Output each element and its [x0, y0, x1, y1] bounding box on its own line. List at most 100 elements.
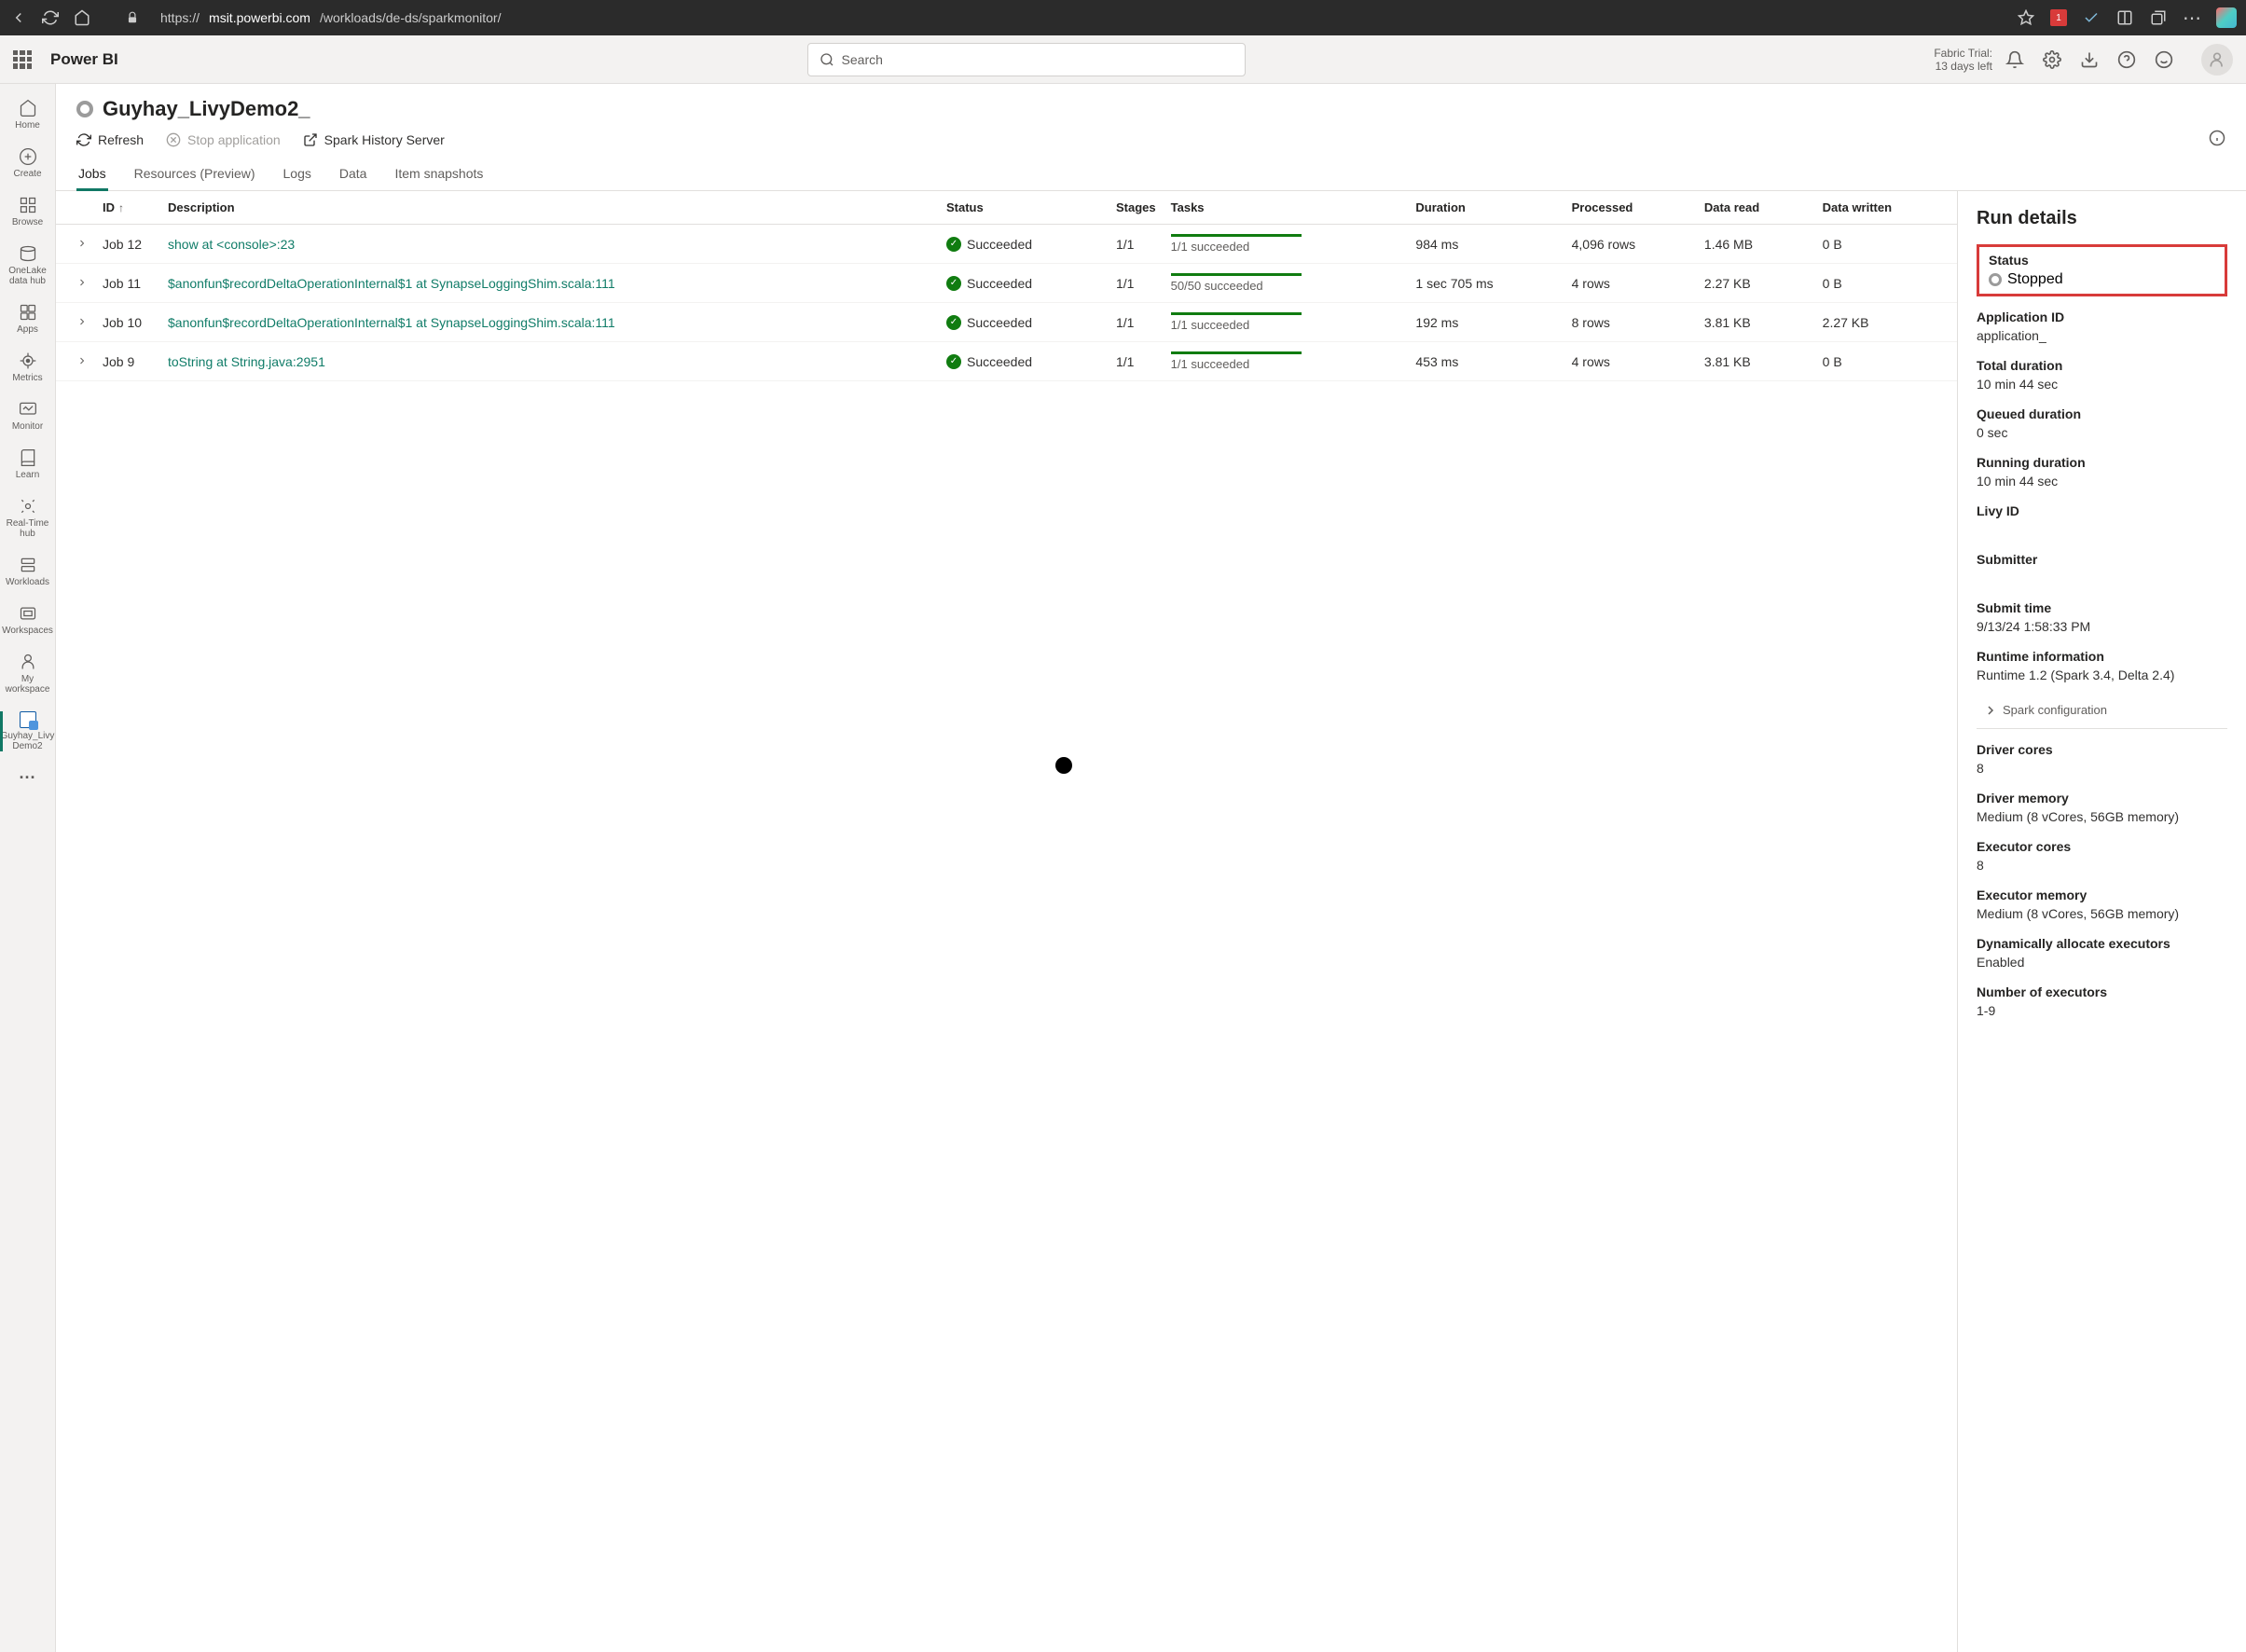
task-progress: 50/50 succeeded	[1171, 273, 1302, 293]
refresh-icon[interactable]	[41, 8, 60, 27]
status-value: Stopped	[2007, 271, 2063, 288]
col-tasks[interactable]: Tasks	[1164, 191, 1409, 225]
chevron-right-icon[interactable]	[76, 238, 88, 249]
job-processed: 4 rows	[1564, 342, 1697, 381]
nav-realtime[interactable]: Real-Time hub	[2, 491, 54, 544]
tab-jobs[interactable]: Jobs	[76, 157, 108, 190]
job-id: Job 12	[95, 225, 160, 264]
nav-monitor[interactable]: Monitor	[2, 394, 54, 437]
nav-learn[interactable]: Learn	[2, 443, 54, 486]
livy-value	[1977, 522, 2227, 537]
check-ext-icon[interactable]	[2082, 8, 2101, 27]
queued-value: 0 sec	[1977, 425, 2227, 440]
download-icon[interactable]	[2080, 50, 2099, 69]
tab-data[interactable]: Data	[338, 157, 369, 190]
col-duration[interactable]: Duration	[1408, 191, 1564, 225]
avatar[interactable]	[2201, 44, 2233, 76]
extension-badge[interactable]: 1	[2050, 9, 2067, 26]
trial-status[interactable]: Fabric Trial: 13 days left	[1934, 47, 1992, 73]
tab-snapshots[interactable]: Item snapshots	[393, 157, 485, 190]
search-input[interactable]: Search	[807, 43, 1246, 76]
job-id: Job 11	[95, 264, 160, 303]
settings-icon[interactable]	[2043, 50, 2061, 69]
refresh-button[interactable]: Refresh	[76, 132, 144, 147]
spark-config-toggle[interactable]: Spark configuration	[1977, 697, 2227, 729]
job-description-link[interactable]: toString at String.java:2951	[168, 354, 325, 369]
queued-label: Queued duration	[1977, 406, 2227, 421]
nav-onelake[interactable]: OneLake data hub	[2, 239, 54, 292]
help-icon[interactable]	[2117, 50, 2136, 69]
job-duration: 1 sec 705 ms	[1408, 264, 1564, 303]
runtime-label: Runtime information	[1977, 649, 2227, 664]
nav-myworkspace[interactable]: My workspace	[2, 647, 54, 700]
drivermem-label: Driver memory	[1977, 791, 2227, 805]
nav-metrics[interactable]: Metrics	[2, 346, 54, 389]
url-bar[interactable]: https://msit.powerbi.com/workloads/de-ds…	[155, 10, 2004, 25]
jobs-table: ID↑ Description Status Stages Tasks Dura…	[56, 191, 1957, 1652]
job-dataread: 3.81 KB	[1697, 303, 1815, 342]
left-nav: Home Create Browse OneLake data hub Apps…	[0, 84, 56, 1652]
job-description-link[interactable]: show at <console>:23	[168, 237, 295, 252]
star-icon[interactable]	[2017, 8, 2035, 27]
smiley-icon[interactable]	[2155, 50, 2173, 69]
table-row[interactable]: Job 9 toString at String.java:2951 ✓Succ…	[56, 342, 1957, 381]
chevron-right-icon[interactable]	[76, 277, 88, 288]
nav-home[interactable]: Home	[2, 93, 54, 136]
nav-workspaces[interactable]: Workspaces	[2, 599, 54, 641]
url-domain: msit.powerbi.com	[209, 10, 310, 25]
col-status[interactable]: Status	[939, 191, 1109, 225]
col-dataread[interactable]: Data read	[1697, 191, 1815, 225]
table-row[interactable]: Job 11 $anonfun$recordDeltaOperationInte…	[56, 264, 1957, 303]
nav-more[interactable]: ···	[2, 763, 54, 793]
job-description-link[interactable]: $anonfun$recordDeltaOperationInternal$1 …	[168, 315, 615, 330]
nav-create[interactable]: Create	[2, 142, 54, 185]
execmem-value: Medium (8 vCores, 56GB memory)	[1977, 906, 2227, 921]
trial-line1: Fabric Trial:	[1934, 47, 1992, 60]
tab-resources[interactable]: Resources (Preview)	[132, 157, 257, 190]
search-placeholder: Search	[842, 52, 883, 67]
table-row[interactable]: Job 10 $anonfun$recordDeltaOperationInte…	[56, 303, 1957, 342]
job-stages: 1/1	[1109, 264, 1164, 303]
job-processed: 4 rows	[1564, 264, 1697, 303]
info-button[interactable]	[2209, 130, 2225, 151]
tab-logs[interactable]: Logs	[282, 157, 313, 190]
job-description-link[interactable]: $anonfun$recordDeltaOperationInternal$1 …	[168, 276, 615, 291]
running-value: 10 min 44 sec	[1977, 474, 2227, 489]
nav-current-item[interactable]: Guyhay_Livy Demo2	[2, 706, 54, 757]
nav-workloads[interactable]: Workloads	[2, 550, 54, 593]
job-datawritten: 0 B	[1815, 342, 1957, 381]
split-icon[interactable]	[2115, 8, 2134, 27]
job-datawritten: 0 B	[1815, 264, 1957, 303]
more-icon[interactable]: ⋯	[2183, 8, 2201, 27]
nav-apps[interactable]: Apps	[2, 297, 54, 340]
execcores-label: Executor cores	[1977, 839, 2227, 854]
job-dataread: 2.27 KB	[1697, 264, 1815, 303]
nav-browse[interactable]: Browse	[2, 190, 54, 233]
chevron-right-icon[interactable]	[76, 355, 88, 366]
drivermem-value: Medium (8 vCores, 56GB memory)	[1977, 809, 2227, 824]
home-icon[interactable]	[73, 8, 91, 27]
history-button[interactable]: Spark History Server	[303, 132, 445, 147]
drivercores-label: Driver cores	[1977, 742, 2227, 757]
execmem-label: Executor memory	[1977, 888, 2227, 902]
main-content: Guyhay_LivyDemo2_ Refresh Stop applicati…	[56, 84, 2246, 1652]
col-processed[interactable]: Processed	[1564, 191, 1697, 225]
submittime-label: Submit time	[1977, 600, 2227, 615]
submittime-value: 9/13/24 1:58:33 PM	[1977, 619, 2227, 634]
col-datawritten[interactable]: Data written	[1815, 191, 1957, 225]
badge-count: 1	[2056, 13, 2061, 23]
table-row[interactable]: Job 12 show at <console>:23 ✓Succeeded 1…	[56, 225, 1957, 264]
back-icon[interactable]	[9, 8, 28, 27]
totaldur-value: 10 min 44 sec	[1977, 377, 2227, 392]
bell-icon[interactable]	[2005, 50, 2024, 69]
drivercores-value: 8	[1977, 761, 2227, 776]
chevron-right-icon[interactable]	[76, 316, 88, 327]
panel-title: Run details	[1977, 208, 2227, 229]
appid-label: Application ID	[1977, 310, 2227, 324]
waffle-icon[interactable]	[13, 50, 32, 69]
col-description[interactable]: Description	[160, 191, 939, 225]
collections-icon[interactable]	[2149, 8, 2168, 27]
copilot-icon[interactable]	[2216, 7, 2237, 28]
col-id[interactable]: ID↑	[95, 191, 160, 225]
col-stages[interactable]: Stages	[1109, 191, 1164, 225]
